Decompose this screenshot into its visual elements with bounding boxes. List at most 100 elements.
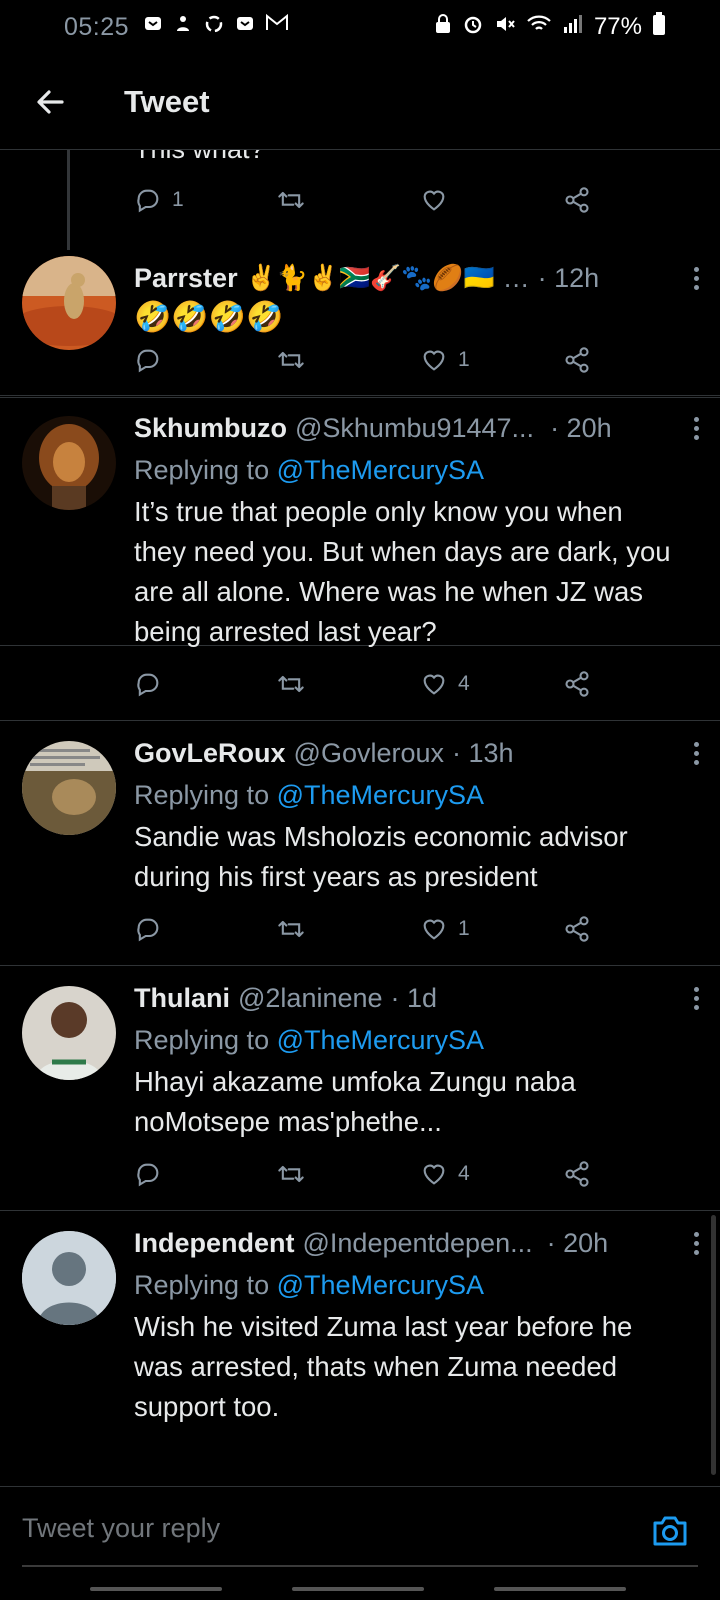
tweet-header: Skhumbuzo @Skhumbu91447... · 20h	[134, 410, 699, 446]
more-options-button[interactable]	[686, 735, 706, 771]
tweet-actions: 1	[134, 340, 706, 380]
heart-icon	[423, 919, 445, 940]
reply-button[interactable]	[134, 915, 277, 943]
tweet-text: 🤣🤣🤣🤣	[134, 301, 284, 334]
share-button[interactable]	[563, 1160, 706, 1188]
nav-back-hint[interactable]	[494, 1587, 626, 1591]
tweet-content: Independent @Indepentdepen... · 20h Repl…	[134, 1225, 699, 1427]
tweet-time: · 1d	[390, 982, 438, 1013]
tweet-skhumbuzo[interactable]: Skhumbuzo @Skhumbu91447... · 20h Replyin…	[0, 396, 720, 721]
share-icon	[565, 671, 589, 697]
mention-link[interactable]: @TheMercurySA	[277, 455, 484, 485]
avatar[interactable]	[22, 986, 116, 1080]
heart-icon	[423, 674, 445, 695]
mention-link[interactable]: @TheMercurySA	[277, 1025, 484, 1055]
retweet-icon	[278, 675, 304, 693]
share-icon	[565, 347, 589, 373]
retweet-icon	[278, 1165, 304, 1183]
retweet-button[interactable]	[277, 1160, 420, 1188]
display-name[interactable]: Independent	[134, 1228, 295, 1259]
user-handle[interactable]: @Indepentdepen...	[303, 1228, 533, 1259]
replying-prefix: Replying to	[134, 1025, 277, 1055]
replying-to: Replying to @TheMercurySA	[134, 775, 680, 815]
more-options-button[interactable]	[686, 410, 706, 446]
camera-button[interactable]	[650, 1511, 690, 1551]
tweet-actions	[134, 1479, 706, 1486]
like-count: 1	[458, 348, 470, 371]
nav-recents-hint[interactable]	[90, 1587, 222, 1591]
retweet-button[interactable]	[277, 670, 420, 698]
avatar[interactable]	[22, 1231, 116, 1325]
reply-input[interactable]: Tweet your reply	[22, 1513, 220, 1544]
tweet-parrster[interactable]: Parrster ✌️🐈✌️🇿🇦🎸🐾🏉🇺🇦 … · 12h 🤣🤣🤣🤣 1	[0, 248, 720, 396]
tweet-text: Hhayi akazame umfoka Zungu naba noMotsep…	[134, 1066, 576, 1137]
notification-icon	[235, 13, 255, 41]
tweet-independent[interactable]: Independent @Indepentdepen... · 20h Repl…	[0, 1211, 720, 1486]
mention-link[interactable]: @TheMercurySA	[277, 780, 484, 810]
status-bar: 05:25 77%	[0, 0, 720, 54]
arrow-left-icon	[37, 89, 64, 114]
mail-icon	[265, 13, 289, 41]
replying-to: Replying to @TheMercurySA	[134, 1020, 680, 1060]
replying-prefix: Replying to	[134, 780, 277, 810]
mention-link[interactable]: @TheMercurySA	[277, 1270, 484, 1300]
reply-button[interactable]	[134, 346, 277, 374]
tweet-text: Sandie was Msholozis economic advisor du…	[134, 821, 628, 892]
display-name[interactable]: Skhumbuzo	[134, 413, 287, 444]
user-handle[interactable]: @Govleroux	[294, 738, 444, 769]
tweet-govleroux[interactable]: GovLeRoux @Govleroux · 13h Replying to @…	[0, 721, 720, 966]
tweet-time: · 20h	[550, 412, 612, 443]
status-right: 77%	[434, 12, 666, 42]
mute-icon	[494, 13, 516, 41]
share-icon	[565, 1161, 589, 1187]
status-time: 05:25	[64, 12, 130, 41]
like-button[interactable]: 1	[420, 346, 563, 374]
display-name[interactable]: Parrster	[134, 263, 238, 294]
reply-icon	[137, 918, 159, 942]
tweet-content: GovLeRoux @Govleroux · 13h Replying to @…	[134, 735, 699, 897]
avatar[interactable]	[22, 256, 116, 350]
more-options-button[interactable]	[686, 260, 706, 296]
heart-icon	[423, 350, 445, 371]
share-button[interactable]	[563, 915, 706, 943]
share-button[interactable]	[563, 670, 706, 698]
avatar[interactable]	[22, 416, 116, 510]
retweet-button[interactable]	[277, 915, 420, 943]
display-name[interactable]: Thulani	[134, 983, 230, 1014]
camera-icon	[653, 1516, 687, 1546]
tweet-content: Thulani @2laninene · 1d Replying to @The…	[134, 980, 699, 1142]
tweet-header: GovLeRoux @Govleroux · 13h	[134, 735, 699, 771]
replying-to: Replying to @TheMercurySA	[134, 450, 680, 490]
avatar[interactable]	[22, 741, 116, 835]
battery-icon	[652, 12, 666, 42]
name-emojis: ✌️🐈✌️🇿🇦🎸🐾🏉🇺🇦	[245, 263, 495, 292]
name-ellipsis: …	[502, 262, 530, 293]
top-app-bar: Tweet	[0, 54, 720, 150]
tweet-thulani[interactable]: Thulani @2laninene · 1d Replying to @The…	[0, 966, 720, 1211]
user-handle[interactable]: @2laninene	[238, 983, 383, 1014]
nav-home-hint[interactable]	[292, 1587, 424, 1591]
tweet-content: Parrster ✌️🐈✌️🇿🇦🎸🐾🏉🇺🇦 … · 12h 🤣🤣🤣🤣	[134, 260, 699, 338]
retweet-button[interactable]	[277, 346, 420, 374]
tweet-content: Skhumbuzo @Skhumbu91447... · 20h Replyin…	[134, 410, 699, 652]
more-options-button[interactable]	[686, 980, 706, 1016]
replying-prefix: Replying to	[134, 455, 277, 485]
like-button[interactable]: 4	[420, 670, 563, 698]
tweet-header: Parrster ✌️🐈✌️🇿🇦🎸🐾🏉🇺🇦 … · 12h	[134, 260, 699, 296]
reply-button[interactable]	[134, 1160, 277, 1188]
display-name[interactable]: GovLeRoux	[134, 738, 286, 769]
wifi-icon	[526, 13, 552, 41]
scrollbar[interactable]	[711, 1215, 716, 1475]
reply-button[interactable]	[134, 670, 277, 698]
battery-level: 77%	[593, 13, 642, 40]
user-handle[interactable]: @Skhumbu91447...	[295, 413, 534, 444]
tweet-actions: 1	[134, 909, 706, 949]
like-button[interactable]: 1	[420, 915, 563, 943]
back-button[interactable]	[20, 72, 80, 132]
tweet-actions: 4	[134, 1154, 706, 1194]
like-button[interactable]: 4	[420, 1160, 563, 1188]
reply-composer: Tweet your reply	[0, 1486, 720, 1600]
share-button[interactable]	[563, 346, 706, 374]
reply-icon	[137, 673, 159, 697]
more-options-button[interactable]	[686, 1225, 706, 1261]
